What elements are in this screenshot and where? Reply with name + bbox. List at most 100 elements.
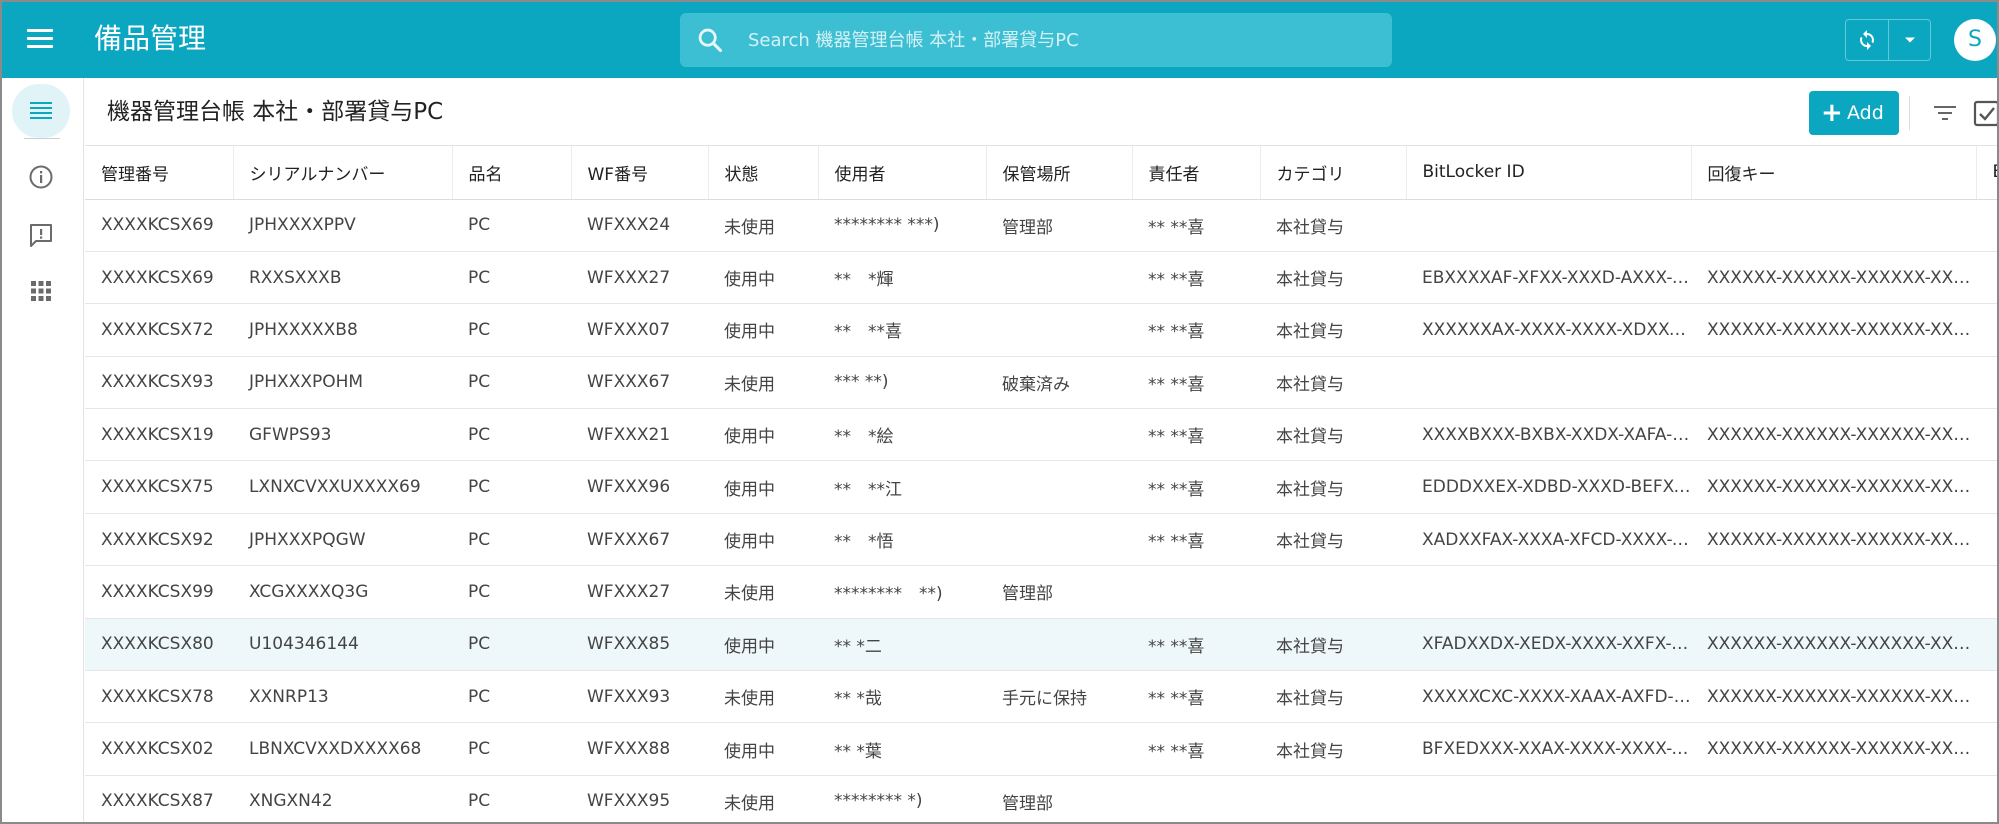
table-row[interactable]: XXXXKCSX93 JPHXXXPOHM PC WFXXX67 未使用 *** **) 破…	[85, 356, 1997, 410]
filter-button[interactable]	[1931, 100, 1959, 126]
cell-owner: ** **喜	[1132, 408, 1260, 462]
cell-b	[1976, 670, 1997, 724]
cell-wf: WFXXX67	[571, 356, 708, 410]
cell-status: 使用中	[708, 722, 818, 776]
select-mode-button[interactable]	[1973, 100, 1997, 128]
cell-item: PC	[452, 303, 571, 357]
sync-button[interactable]	[1846, 20, 1889, 60]
sync-dropdown-button[interactable]	[1890, 20, 1931, 60]
cell-b	[1976, 460, 1997, 514]
cell-owner: ** **喜	[1132, 513, 1260, 567]
plus-icon: +	[1821, 98, 1843, 128]
cell-serial: JPHXXXXPPV	[233, 199, 452, 252]
cell-owner	[1132, 565, 1260, 619]
cell-wf: WFXXX95	[571, 775, 708, 822]
cell-user: ** **喜	[818, 303, 986, 357]
table-row[interactable]: XXXXKCSX87 XNGXN42 PC WFXXX95 未使用 ******** *)…	[85, 775, 1997, 822]
cell-user: ** *葉	[818, 722, 986, 776]
table-row[interactable]: XXXXKCSX75 LXNXCVXXUXXXX69 PC WFXXX96 使用中 ** …	[85, 460, 1997, 514]
cell-status: 未使用	[708, 356, 818, 410]
caret-down-icon	[1905, 37, 1915, 43]
table-row[interactable]: XXXXKCSX72 JPHXXXXXB8 PC WFXXX07 使用中 ** **喜 **…	[85, 303, 1997, 357]
cell-owner: ** **喜	[1132, 618, 1260, 672]
cell-user: ** **江	[818, 460, 986, 514]
cell-b	[1976, 199, 1997, 252]
cell-bitlocker	[1406, 199, 1691, 252]
column-header-item[interactable]: 品名	[452, 146, 572, 200]
cell-location	[986, 408, 1132, 462]
cell-owner: ** **喜	[1132, 356, 1260, 410]
table-row[interactable]: XXXXKCSX19 GFWPS93 PC WFXXX21 使用中 ** *絵 ** **喜…	[85, 408, 1997, 462]
sidebar-item-info[interactable]	[12, 150, 70, 204]
cell-serial: JPHXXXXXB8	[233, 303, 452, 357]
search-bar[interactable]	[680, 13, 1392, 67]
cell-bitlocker: EDDDXXEX-XDBD-XXXD-BEFX-X…	[1406, 460, 1691, 514]
feedback-icon	[30, 224, 52, 247]
table-row[interactable]: XXXXKCSX78 XXNRP13 PC WFXXX93 未使用 ** *哉 手元に保持 *…	[85, 670, 1997, 724]
app-window: 備品管理 Search 機器管理台帳 本社・部署貸与PC S 機器管理台帳 本社…	[0, 0, 1999, 824]
header-divider	[1909, 96, 1910, 130]
sidebar	[2, 78, 84, 822]
cell-item: PC	[452, 775, 571, 822]
sidebar-item-feedback[interactable]	[12, 208, 70, 262]
user-avatar[interactable]: S	[1954, 19, 1996, 61]
sidebar-item-apps[interactable]	[12, 264, 70, 318]
table-row[interactable]: XXXXKCSX02 LBNXCVXXDXXXX68 PC WFXXX88 使用中 ** …	[85, 722, 1997, 776]
table-body: XXXXKCSX69 JPHXXXXPPV PC WFXXX24 未使用 ********…	[85, 199, 1997, 822]
add-button[interactable]: + Add	[1809, 91, 1899, 135]
cell-recovery: XXXXXX-XXXXXX-XXXXXX-XXX…	[1691, 670, 1976, 724]
cell-bitlocker	[1406, 565, 1691, 619]
column-header-user[interactable]: 使用者	[818, 146, 987, 200]
column-header-bitlocker[interactable]: BitLocker ID	[1406, 146, 1692, 200]
table-row[interactable]: XXXXKCSX99 XCGXXXXQ3G PC WFXXX27 未使用 ********…	[85, 565, 1997, 619]
column-header-recovery[interactable]: 回復キー	[1691, 146, 1977, 200]
cell-b	[1976, 618, 1997, 672]
cell-category: 本社貸与	[1260, 303, 1406, 357]
cell-status: 未使用	[708, 199, 818, 252]
column-header-b[interactable]: B	[1976, 146, 1997, 200]
checkbox-icon	[1973, 100, 1997, 127]
sidebar-item-list[interactable]	[12, 84, 70, 138]
cell-status: 未使用	[708, 775, 818, 822]
cell-bitlocker	[1406, 356, 1691, 410]
cell-serial: XCGXXXXQ3G	[233, 565, 452, 619]
table-row[interactable]: XXXXKCSX92 JPHXXXPQGW PC WFXXX67 使用中 ** *悟 ** …	[85, 513, 1997, 567]
cell-user: ******** *)	[818, 775, 986, 822]
column-header-serial[interactable]: シリアルナンバー	[233, 146, 453, 200]
column-header-id[interactable]: 管理番号	[85, 146, 234, 200]
column-header-owner[interactable]: 責任者	[1132, 146, 1261, 200]
cell-recovery: XXXXXX-XXXXXX-XXXXXX-XXX…	[1691, 251, 1976, 305]
cell-location	[986, 618, 1132, 672]
cell-b	[1976, 356, 1997, 410]
cell-category: 本社貸与	[1260, 408, 1406, 462]
cell-recovery: XXXXXX-XXXXXX-XXXXXX-XXX…	[1691, 722, 1976, 776]
cell-user: ** *悟	[818, 513, 986, 567]
hamburger-menu-icon[interactable]	[24, 26, 56, 54]
cell-id: XXXXKCSX99	[85, 565, 233, 619]
cell-b	[1976, 303, 1997, 357]
column-header-status[interactable]: 状態	[708, 146, 819, 200]
cell-id: XXXXKCSX72	[85, 303, 233, 357]
cell-owner: ** **喜	[1132, 303, 1260, 357]
cell-id: XXXXKCSX80	[85, 618, 233, 672]
cell-location	[986, 722, 1132, 776]
cell-category	[1260, 565, 1406, 619]
cell-user: ******** **)	[818, 565, 986, 619]
table-row[interactable]: XXXXKCSX69 JPHXXXXPPV PC WFXXX24 未使用 ********…	[85, 199, 1997, 252]
sidebar-divider	[24, 138, 60, 139]
cell-serial: XXNRP13	[233, 670, 452, 724]
cell-serial: RXXSXXXB	[233, 251, 452, 305]
table-row[interactable]: XXXXKCSX80 U104346144 PC WFXXX85 使用中 ** *二 ** …	[85, 618, 1997, 672]
search-input[interactable]	[748, 13, 1368, 67]
cell-recovery: XXXXXX-XXXXXX-XXXXXX-XXX…	[1691, 408, 1976, 462]
column-header-wf[interactable]: WF番号	[571, 146, 709, 200]
cell-wf: WFXXX24	[571, 199, 708, 252]
cell-bitlocker: BFXEDXXX-XXAX-XXXX-XXXX-X…	[1406, 722, 1691, 776]
column-header-location[interactable]: 保管場所	[986, 146, 1133, 200]
column-header-category[interactable]: カテゴリ	[1260, 146, 1407, 200]
cell-category	[1260, 775, 1406, 822]
cell-category: 本社貸与	[1260, 251, 1406, 305]
cell-id: XXXXKCSX92	[85, 513, 233, 567]
cell-location	[986, 303, 1132, 357]
table-row[interactable]: XXXXKCSX69 RXXSXXXB PC WFXXX27 使用中 ** *輝 ** **…	[85, 251, 1997, 305]
